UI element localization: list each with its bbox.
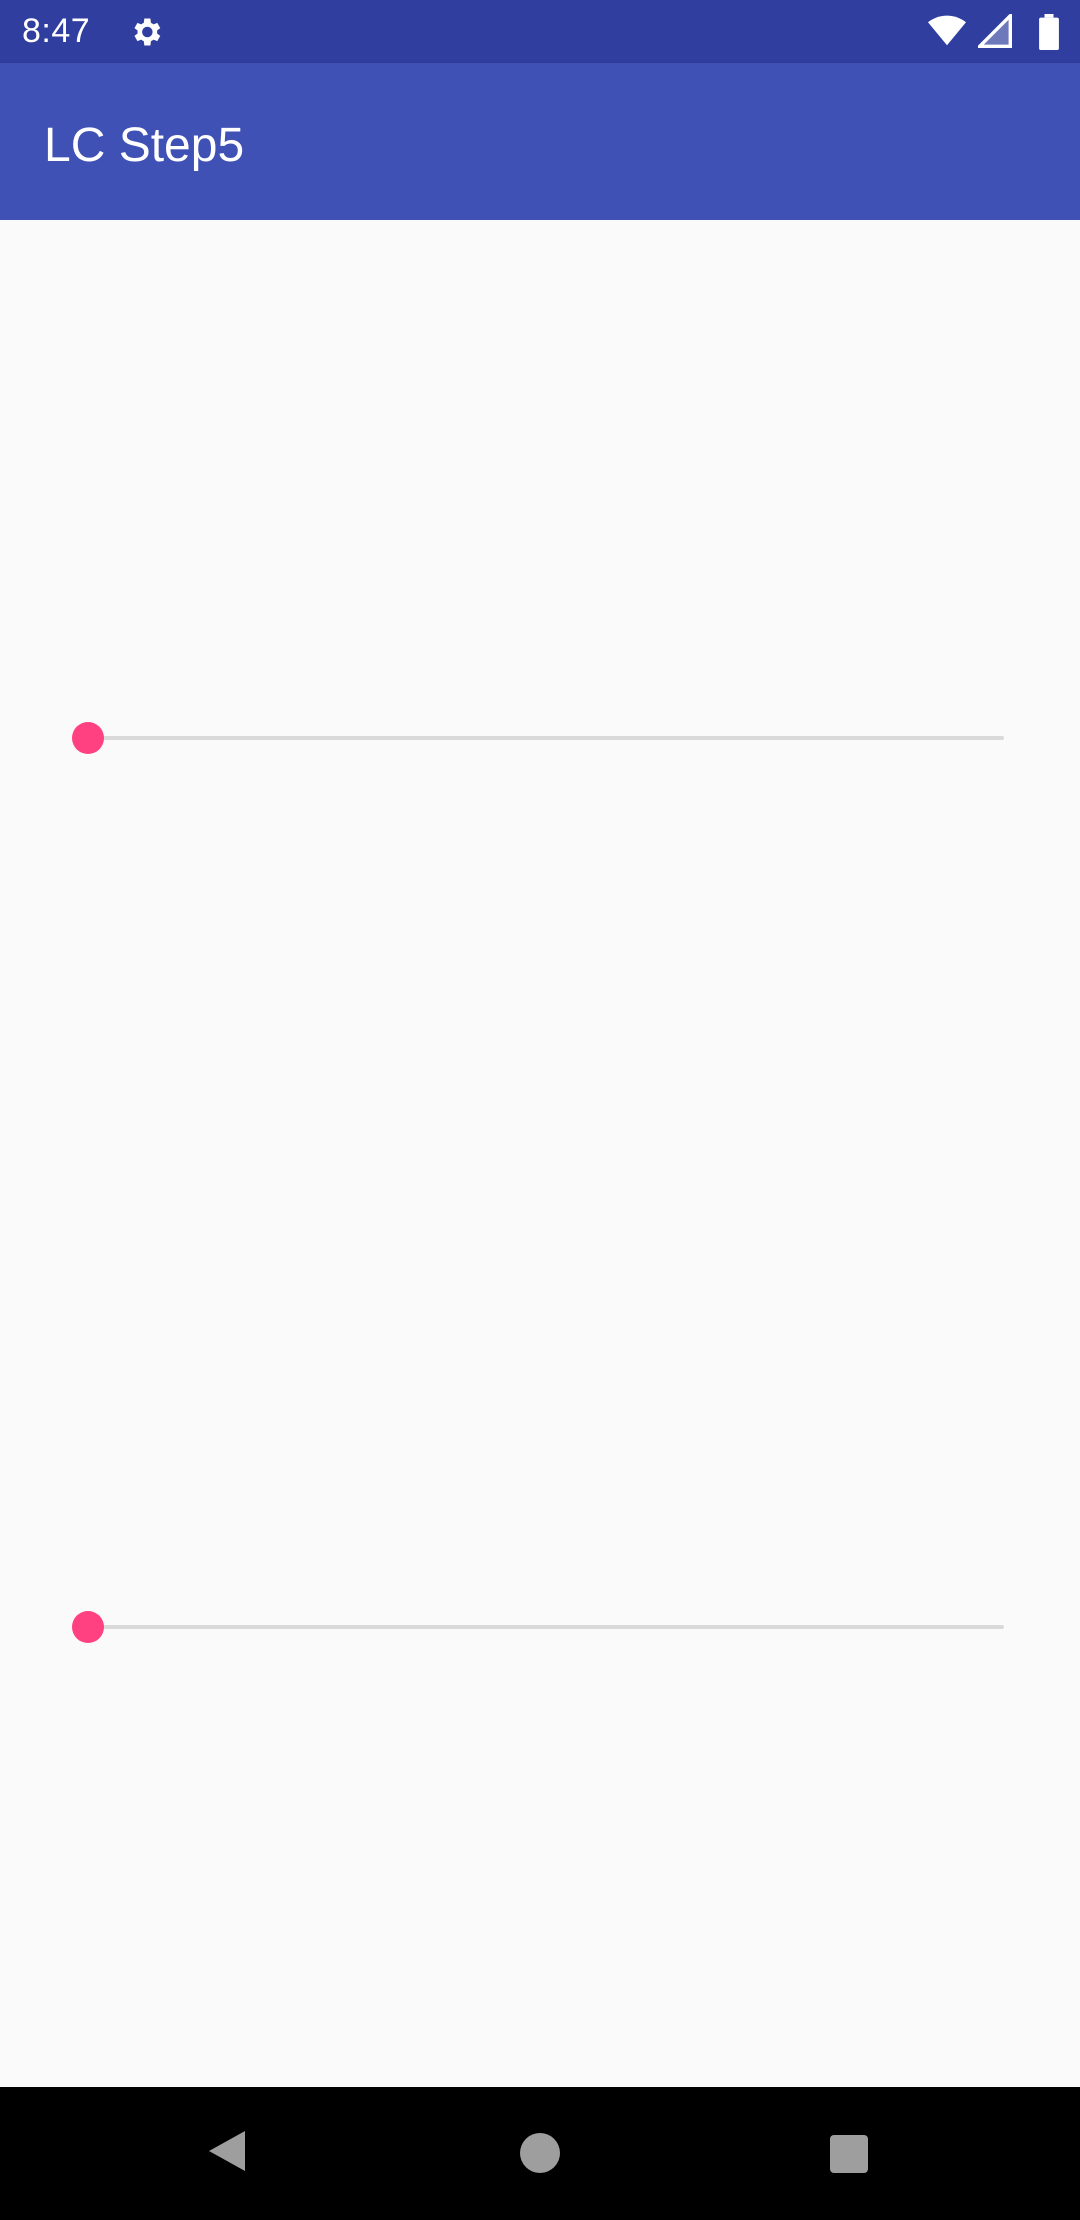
seekbar-bottom[interactable]	[60, 1597, 1020, 1657]
seekbar-thumb[interactable]	[72, 722, 104, 754]
main-content	[0, 220, 1080, 2087]
battery-icon	[1039, 14, 1059, 50]
status-time: 8:47	[22, 12, 91, 50]
home-icon[interactable]	[520, 2133, 560, 2173]
seekbar-thumb[interactable]	[72, 1611, 104, 1643]
back-icon[interactable]	[205, 2127, 249, 2175]
settings-gear-icon	[128, 14, 164, 50]
app-title: LC Step5	[44, 119, 245, 172]
seekbar-track	[88, 1625, 1004, 1629]
wifi-icon	[928, 15, 966, 46]
recents-icon[interactable]	[830, 2135, 868, 2173]
cellular-signal-icon	[978, 14, 1012, 48]
seekbar-top[interactable]	[60, 708, 1020, 768]
app-bar: LC Step5	[0, 63, 1080, 220]
seekbar-track	[88, 736, 1004, 740]
status-bar: 8:47	[0, 0, 1080, 63]
navigation-bar	[0, 2087, 1080, 2220]
